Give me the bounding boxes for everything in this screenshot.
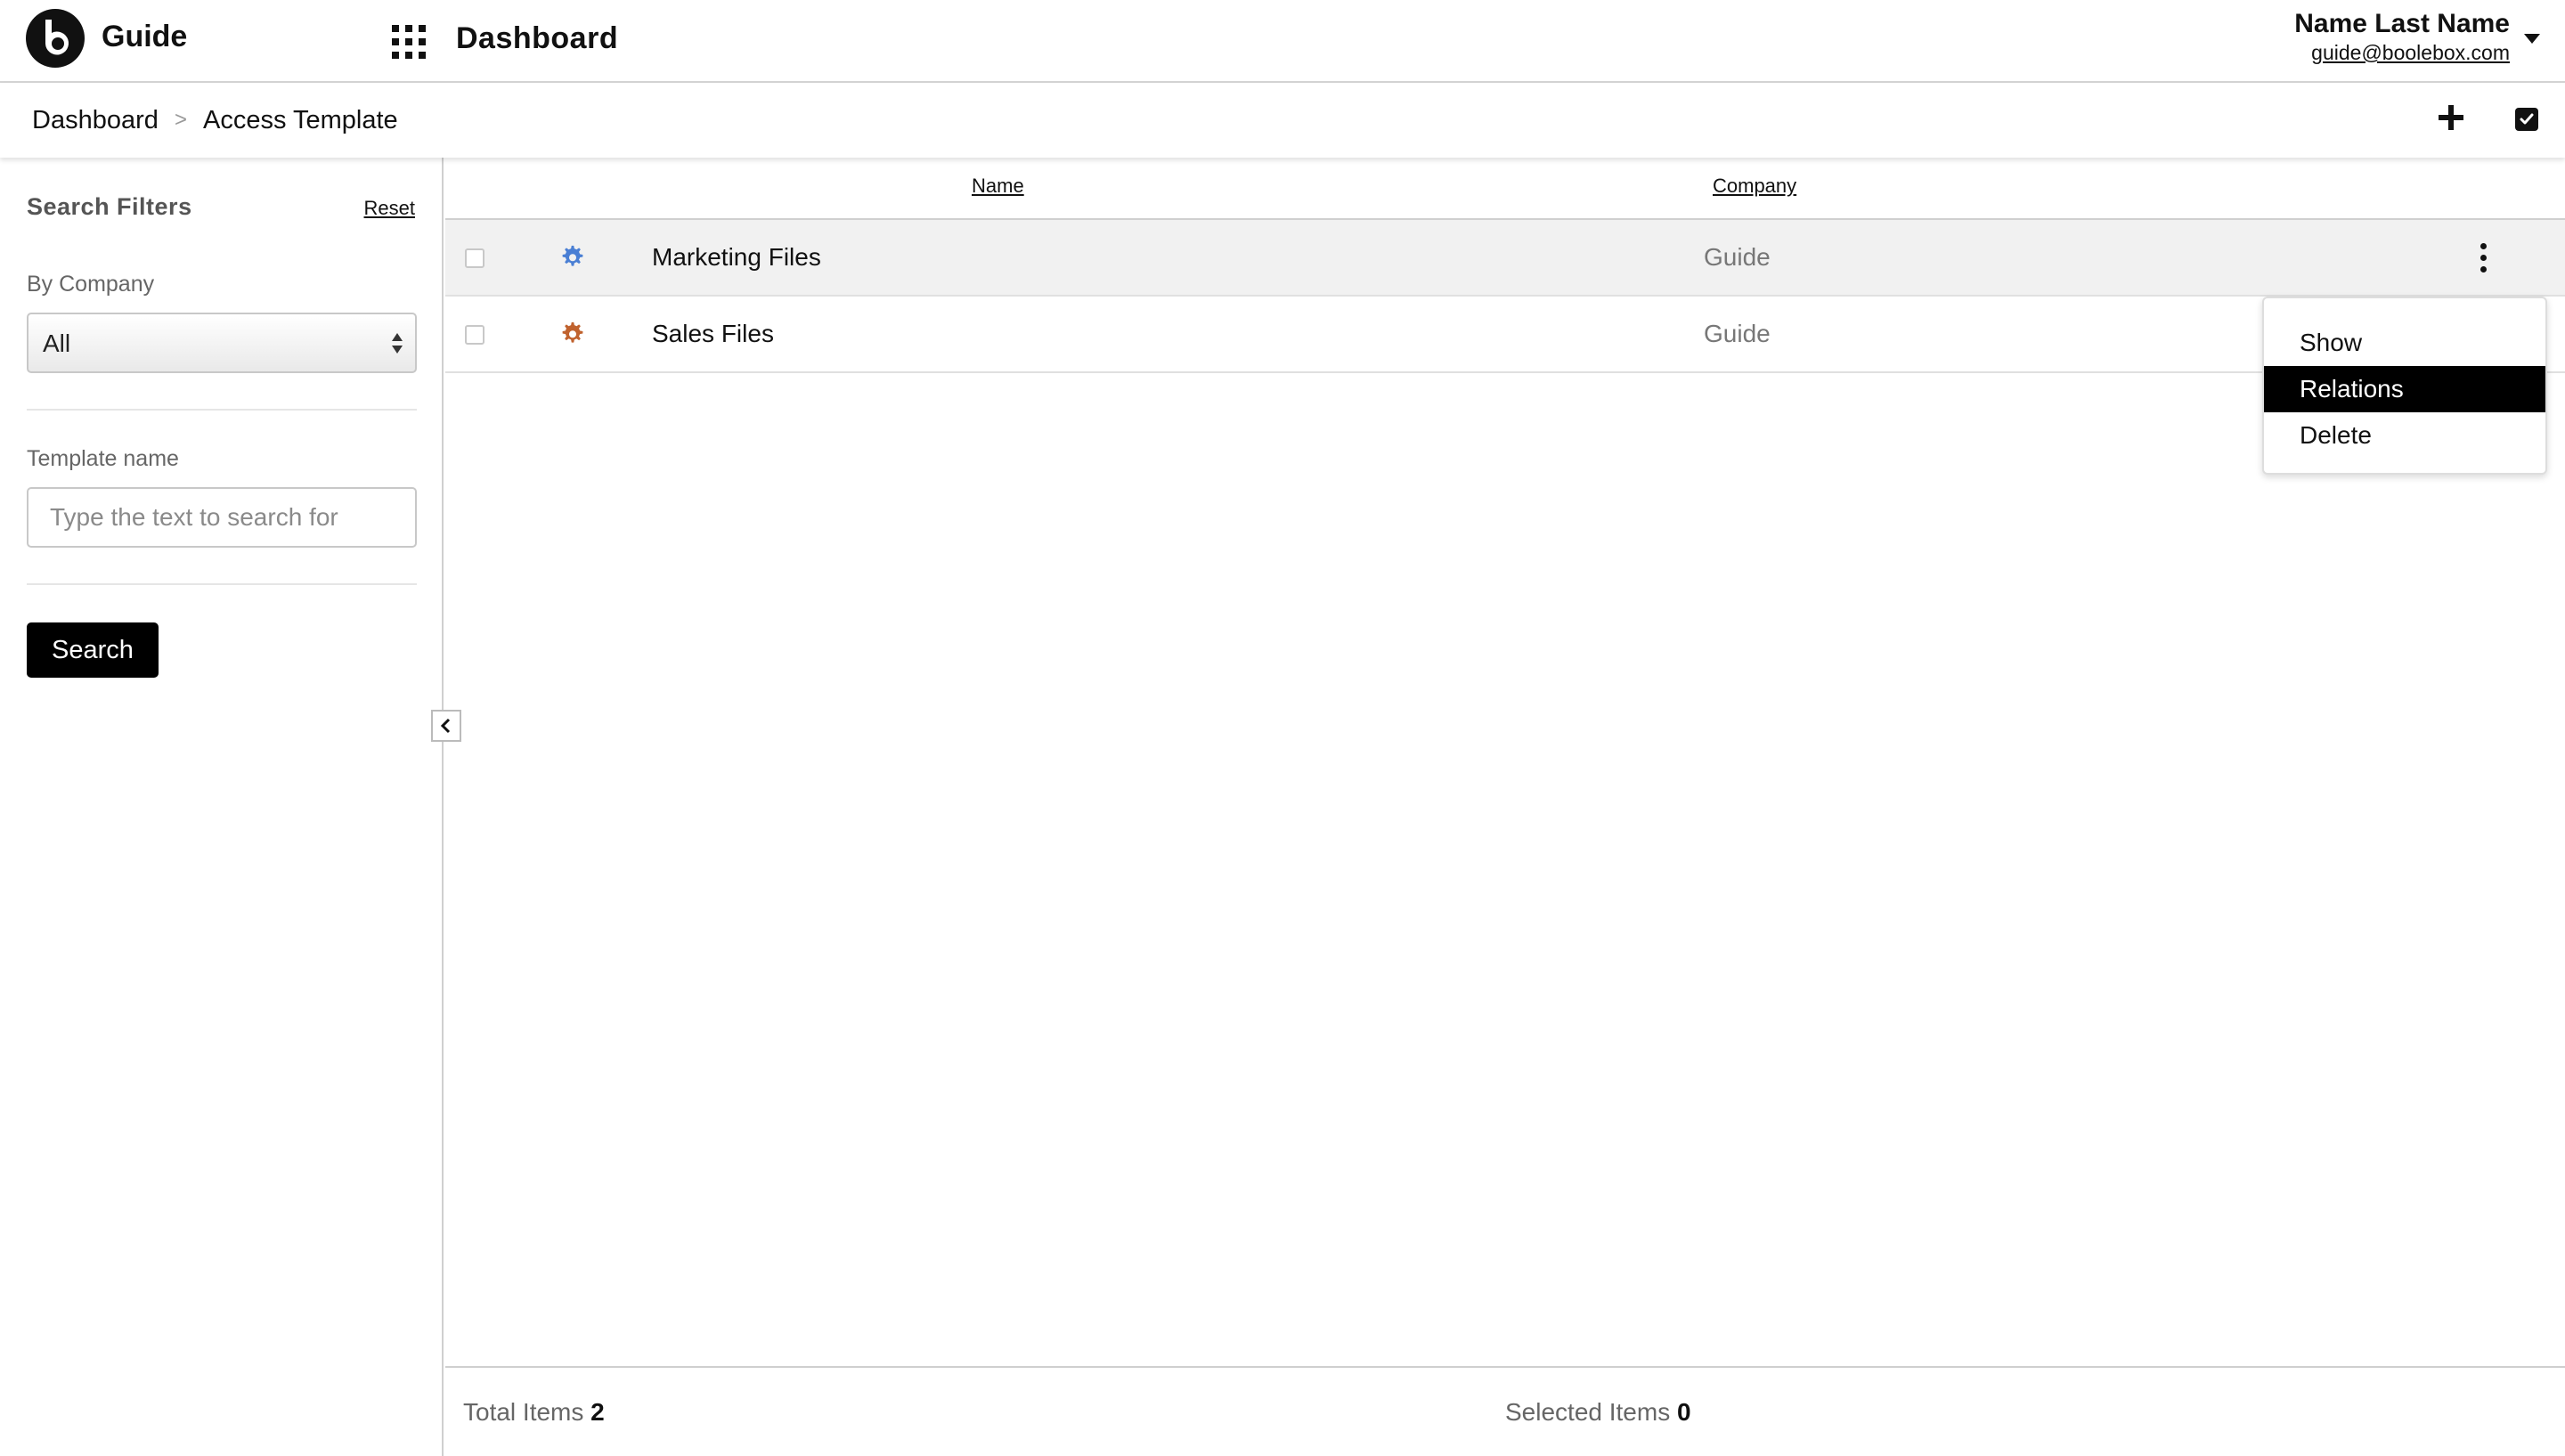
company-select-value: All bbox=[43, 329, 71, 357]
menu-item-relations[interactable]: Relations bbox=[2264, 366, 2545, 412]
total-items: Total Items 2 bbox=[463, 1398, 605, 1427]
add-template-button[interactable] bbox=[2439, 105, 2463, 130]
table-footer: Total Items 2 Selected Items 0 bbox=[445, 1366, 2565, 1456]
selected-items-count: 0 bbox=[1676, 1398, 1691, 1426]
row-name[interactable]: Sales Files bbox=[652, 320, 774, 348]
company-filter-label: By Company bbox=[27, 272, 155, 297]
row-name[interactable]: Marketing Files bbox=[652, 243, 821, 272]
collapse-sidebar-button[interactable] bbox=[431, 710, 461, 742]
menu-item-delete[interactable]: Delete bbox=[2264, 412, 2545, 459]
filters-title: Search Filters bbox=[27, 193, 192, 220]
reset-link[interactable]: Reset bbox=[364, 197, 415, 220]
total-items-label: Total Items bbox=[463, 1398, 584, 1426]
row-company: Guide bbox=[1704, 243, 1771, 271]
templates-table: Name Company Marketing Files Guide Sales… bbox=[445, 158, 2565, 1456]
more-options-icon[interactable] bbox=[2478, 241, 2488, 275]
search-button[interactable]: Search bbox=[27, 622, 159, 678]
user-name[interactable]: Name Last Name bbox=[2294, 9, 2510, 39]
app-name: Guide bbox=[102, 20, 188, 53]
row-checkbox[interactable] bbox=[465, 248, 484, 268]
breadcrumb-current: Access Template bbox=[203, 106, 398, 134]
column-header-company[interactable]: Company bbox=[1713, 175, 1796, 198]
boolebox-logo-icon[interactable] bbox=[26, 9, 85, 68]
breadcrumb: Dashboard > Access Template bbox=[0, 83, 2565, 158]
select-arrows-icon bbox=[392, 331, 404, 356]
divider bbox=[27, 583, 417, 585]
checkbox-check-icon bbox=[2520, 113, 2534, 125]
selected-items: Selected Items 0 bbox=[1505, 1398, 1691, 1427]
user-email-link[interactable]: guide@boolebox.com bbox=[2311, 41, 2510, 65]
apps-grid-icon[interactable] bbox=[392, 25, 426, 59]
gear-icon bbox=[562, 321, 583, 343]
divider bbox=[27, 409, 417, 411]
select-all-button[interactable] bbox=[2515, 108, 2538, 131]
table-header: Name Company bbox=[445, 158, 2565, 220]
table-row[interactable]: Marketing Files Guide bbox=[445, 220, 2565, 297]
caret-down-icon[interactable] bbox=[2524, 34, 2540, 44]
row-company: Guide bbox=[1704, 320, 1771, 347]
menu-item-show[interactable]: Show bbox=[2264, 320, 2545, 366]
template-name-input[interactable] bbox=[27, 487, 417, 548]
table-row[interactable]: Sales Files Guide bbox=[445, 297, 2565, 373]
top-bar: Guide Dashboard Name Last Name guide@boo… bbox=[0, 0, 2565, 83]
template-name-label: Template name bbox=[27, 446, 179, 471]
page-title: Dashboard bbox=[456, 21, 619, 55]
row-checkbox[interactable] bbox=[465, 325, 484, 345]
company-select[interactable]: All bbox=[27, 313, 417, 373]
gear-icon bbox=[562, 245, 583, 266]
breadcrumb-dashboard-link[interactable]: Dashboard bbox=[32, 106, 159, 135]
column-header-name[interactable]: Name bbox=[972, 175, 1024, 198]
chevron-left-icon bbox=[440, 718, 451, 734]
selected-items-label: Selected Items bbox=[1505, 1398, 1671, 1426]
row-context-menu: Show Relations Delete bbox=[2262, 297, 2547, 475]
search-filters-panel: Search Filters Reset By Company All Temp… bbox=[0, 158, 444, 1456]
total-items-count: 2 bbox=[590, 1398, 605, 1426]
breadcrumb-separator: > bbox=[175, 108, 188, 132]
